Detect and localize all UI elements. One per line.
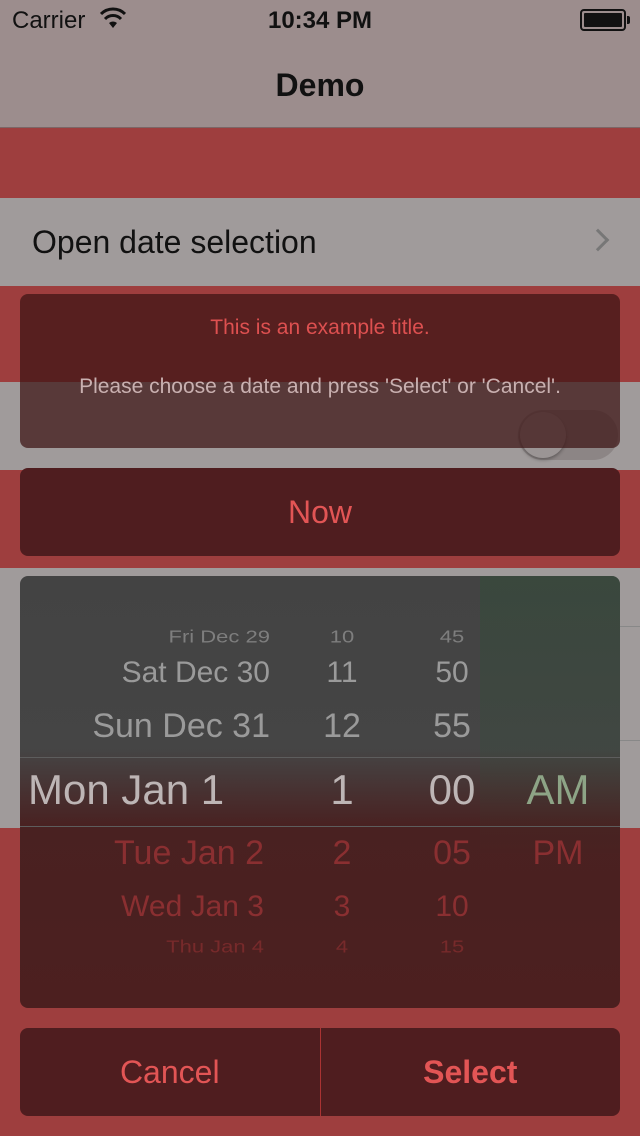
status-bar: Carrier 10:34 PM <box>0 0 640 40</box>
picker-ampm-selected[interactable]: AM <box>508 766 608 814</box>
picker-hour-selected[interactable]: 1 <box>312 766 372 814</box>
picker-minute-option[interactable]: 55 <box>402 707 502 746</box>
picker-minute-option[interactable]: 45 <box>402 627 502 648</box>
picker-ampm-option[interactable]: PM <box>508 834 608 873</box>
popup-title: This is an example title. <box>210 316 430 339</box>
picker-hour-option[interactable]: 4 <box>312 937 372 958</box>
chevron-right-icon <box>586 228 610 252</box>
open-date-selection-row[interactable]: Open date selection <box>0 198 640 286</box>
picker-hour-option[interactable]: 2 <box>312 834 372 873</box>
picker-minute-option[interactable]: 15 <box>402 937 502 958</box>
open-date-selection-label: Open date selection <box>32 224 317 260</box>
picker-minute-option[interactable]: 10 <box>402 890 502 924</box>
cancel-button[interactable]: Cancel <box>20 1028 321 1116</box>
picker-hour-option[interactable]: 11 <box>312 656 372 690</box>
battery-icon <box>580 9 630 31</box>
now-button[interactable]: Now <box>20 468 620 556</box>
popup-message: Please choose a date and press 'Select' … <box>79 375 561 398</box>
picker-hour-option[interactable]: 3 <box>312 890 372 924</box>
picker-date-option[interactable]: Tue Jan 2 <box>20 834 264 873</box>
picker-date-option[interactable]: Fri Dec 29 <box>20 627 270 648</box>
picker-hour-option[interactable]: 10 <box>312 627 372 648</box>
select-button[interactable]: Select <box>321 1028 621 1116</box>
page-title: Demo <box>275 67 365 103</box>
picker-date-option[interactable]: Wed Jan 3 <box>20 890 264 924</box>
picker-date-option[interactable]: Thu Jan 4 <box>20 937 264 958</box>
picker-date-option[interactable]: Sat Dec 30 <box>20 656 270 690</box>
navigation-bar: Demo <box>0 40 640 128</box>
picker-minute-option[interactable]: 50 <box>402 656 502 690</box>
status-time: 10:34 PM <box>267 7 373 34</box>
picker-minute-selected[interactable]: 00 <box>402 766 502 814</box>
date-picker[interactable]: Fri Dec 29 Sat Dec 30 Sun Dec 31 Mon Jan… <box>20 576 620 1008</box>
action-bar: Cancel Select <box>20 1028 620 1116</box>
popup-header: This is an example title. Please choose … <box>20 294 620 448</box>
picker-date-option[interactable]: Sun Dec 31 <box>20 707 270 746</box>
picker-minute-option[interactable]: 05 <box>402 834 502 873</box>
picker-hour-option[interactable]: 12 <box>312 707 372 746</box>
picker-date-selected[interactable]: Mon Jan 1 <box>20 766 260 814</box>
